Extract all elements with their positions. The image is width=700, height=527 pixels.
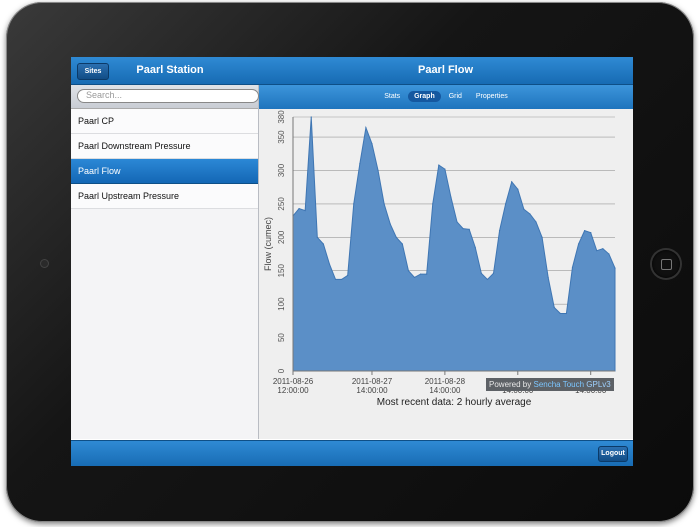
data-point <box>547 276 549 279</box>
sensor-item-upstream-pressure[interactable]: Paarl Upstream Pressure <box>71 184 258 209</box>
data-point <box>529 213 531 215</box>
data-point <box>596 250 598 252</box>
data-point <box>395 236 397 238</box>
station-title: Paarl Station <box>136 64 204 76</box>
data-point <box>590 232 592 234</box>
data-point <box>492 272 495 275</box>
sensor-item-paarl-cp[interactable]: Paarl CP <box>71 109 258 134</box>
data-point <box>577 243 580 245</box>
data-point <box>341 278 343 281</box>
sensor-list-panel: Search... Paarl CP Paarl Downstream Pres… <box>71 85 259 439</box>
data-point <box>559 312 561 315</box>
data-point <box>322 243 324 245</box>
sensor-title: Paarl Flow <box>417 64 474 76</box>
powered-prefix: Powered by <box>489 380 532 389</box>
home-button[interactable] <box>652 250 680 278</box>
data-point <box>298 207 300 210</box>
y-tick-label: 380 <box>277 110 286 124</box>
data-point <box>462 228 464 230</box>
data-point <box>511 181 513 183</box>
data-point <box>383 203 385 205</box>
data-point <box>334 278 337 281</box>
y-tick-label: 250 <box>277 197 286 211</box>
y-axis-title: Flow (cumec) <box>263 217 273 271</box>
y-tick-label: 200 <box>277 230 286 244</box>
data-point <box>584 230 586 232</box>
data-point <box>517 188 519 190</box>
tab-stats[interactable]: Stats <box>378 91 406 102</box>
data-point <box>553 306 555 309</box>
data-point <box>401 243 403 245</box>
data-point <box>347 274 349 277</box>
data-point <box>456 221 458 223</box>
sites-back-button[interactable]: Sites <box>77 63 109 80</box>
search-input[interactable]: Search... <box>77 89 259 103</box>
powered-brand: Sencha Touch <box>533 380 585 389</box>
data-point <box>450 196 452 198</box>
tab-properties[interactable]: Properties <box>470 91 514 102</box>
data-point <box>486 278 489 281</box>
y-tick-label: 0 <box>277 368 286 373</box>
app-screen: Sites Paarl Station Paarl Flow Search...… <box>71 57 633 466</box>
flow-area-series <box>292 116 616 372</box>
x-axis-title: Most recent data: 2 hourly average <box>377 397 532 408</box>
logout-button[interactable]: Logout <box>598 446 628 462</box>
data-point <box>438 164 440 166</box>
y-tick-label: 100 <box>277 297 286 311</box>
tab-grid[interactable]: Grid <box>443 91 468 102</box>
data-point <box>371 143 373 145</box>
data-point <box>304 209 306 212</box>
search-bar: Search... <box>71 85 259 109</box>
data-point <box>407 270 410 272</box>
data-point <box>614 267 616 269</box>
data-point <box>365 127 367 129</box>
data-point <box>608 253 610 255</box>
data-point <box>565 312 567 315</box>
data-point <box>353 203 355 205</box>
x-tick-date: 2011-08-27 <box>352 377 393 386</box>
camera-icon <box>41 260 48 267</box>
sensor-item-paarl-flow[interactable]: Paarl Flow <box>71 159 258 184</box>
data-point <box>535 221 537 223</box>
data-point <box>523 208 525 210</box>
top-toolbar: Sites Paarl Station Paarl Flow <box>71 57 633 85</box>
x-tick-date: 2011-08-26 <box>273 377 314 386</box>
data-point <box>419 273 422 275</box>
data-point <box>359 163 361 165</box>
powered-by-badge: Powered by Sencha Touch GPLv3 <box>486 378 614 391</box>
data-point <box>505 203 507 205</box>
data-point <box>498 230 501 232</box>
stage: Sites Paarl Station Paarl Flow Search...… <box>0 0 700 527</box>
y-tick-label: 300 <box>277 163 286 177</box>
data-point <box>316 236 318 238</box>
x-tick-time: 12:00:00 <box>277 386 309 395</box>
data-point <box>480 272 482 275</box>
data-point <box>602 248 604 250</box>
y-tick-label: 150 <box>277 264 286 278</box>
view-tab-bar: Stats Graph Grid Properties <box>259 85 633 109</box>
data-point <box>413 276 416 279</box>
data-point <box>328 263 331 265</box>
y-tick-label: 50 <box>277 333 286 342</box>
data-point <box>541 236 543 238</box>
x-tick-date: 2011-08-28 <box>425 377 466 386</box>
data-point <box>474 246 476 248</box>
bottom-toolbar: Logout <box>71 440 633 466</box>
tab-graph[interactable]: Graph <box>408 91 441 102</box>
data-point <box>389 223 391 225</box>
data-point <box>432 203 434 205</box>
powered-license: GPLv3 <box>586 380 611 389</box>
y-tick-label: 350 <box>277 130 286 144</box>
sensor-item-downstream-pressure[interactable]: Paarl Downstream Pressure <box>71 134 258 159</box>
x-tick-time: 14:00:00 <box>356 386 388 395</box>
data-point <box>426 273 428 275</box>
data-point <box>468 228 470 230</box>
data-point <box>444 168 446 170</box>
data-point <box>310 116 312 118</box>
x-tick-time: 14:00:00 <box>429 386 461 395</box>
home-square-icon <box>661 259 672 270</box>
data-point <box>377 169 379 172</box>
data-point <box>571 266 574 268</box>
